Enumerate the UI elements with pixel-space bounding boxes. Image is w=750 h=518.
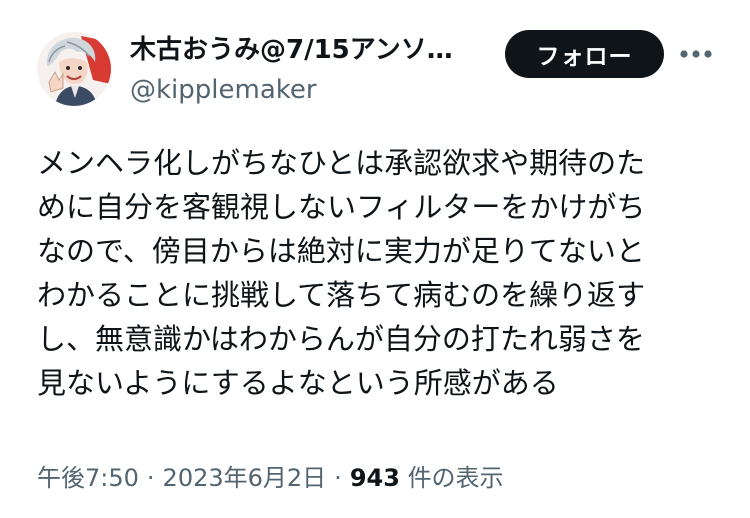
tweet-meta: 午後7:50 · 2023年6月2日 · 943 件の表示 [37,462,504,494]
more-options-button[interactable] [678,40,714,68]
author-block: 木古おうみ@7/15アンソ… @kipplemaker [130,33,490,107]
avatar-illustration-icon [37,32,111,106]
avatar[interactable] [37,32,111,106]
follow-button[interactable]: フォロー [505,30,664,78]
meta-separator: · [334,464,342,492]
tweet-text-line: わかることに挑戦して落ちて病むのを繰り返す [37,278,646,312]
tweet-text-line: めに自分を客観視しないフィルターをかけがち [37,190,646,224]
more-options-icon [680,50,712,58]
tweet-text-line: なので、傍目からは絶対に実力が足りてないと [37,234,645,268]
views-count[interactable]: 943 [350,464,400,492]
tweet-text: メンヘラ化しがちなひとは承認欲求や期待のた めに自分を客観視しないフィルターをか… [37,141,707,405]
views-label[interactable]: 件の表示 [408,464,504,492]
tweet-text-line: 見ないようにするよなという所感がある [37,366,559,400]
author-display-name[interactable]: 木古おうみ@7/15アンソ… [130,33,490,67]
tweet-text-line: し、無意識かはわからんが自分の打たれ弱さを [37,322,645,356]
tweet-time[interactable]: 午後7:50 [37,464,139,492]
tweet-date[interactable]: 2023年6月2日 [163,464,327,492]
tweet-card: 木古おうみ@7/15アンソ… @kipplemaker フォロー メンヘラ化しが… [0,0,750,518]
meta-separator: · [146,464,155,492]
author-handle[interactable]: @kipplemaker [130,73,490,107]
tweet-text-line: メンヘラ化しがちなひとは承認欲求や期待のた [37,146,646,180]
